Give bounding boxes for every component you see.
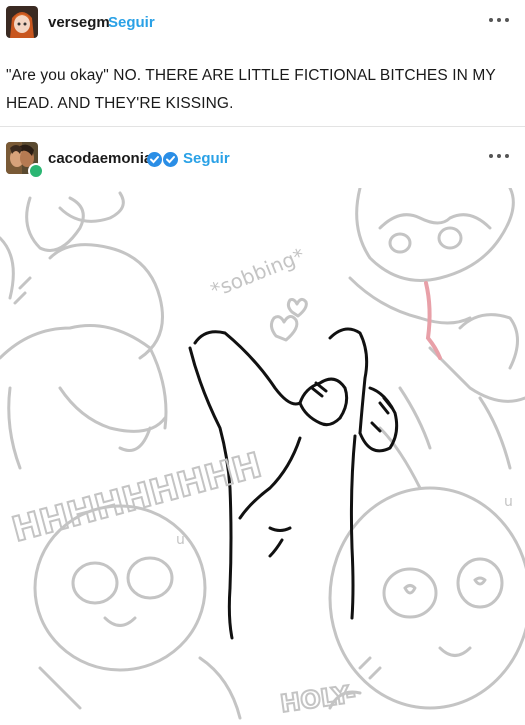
sobbing-text: *sobbing* <box>207 243 308 302</box>
username[interactable]: cacodaemonia <box>48 150 152 167</box>
follow-button[interactable]: Seguir <box>183 150 230 167</box>
post-header-cacodaemonia: cacodaemonia Seguir <box>0 142 525 182</box>
username[interactable]: versegm <box>48 14 110 31</box>
post-text: "Are you okay" NO. THERE ARE LITTLE FICT… <box>6 62 511 118</box>
sketch-image[interactable]: *sobbing* HHHHHHHHH HOLY- u u <box>0 188 525 725</box>
holy-text: HOLY- <box>279 680 358 718</box>
follow-button[interactable]: Seguir <box>108 14 155 31</box>
avatar-versegm[interactable] <box>6 6 38 38</box>
ellipsis-icon[interactable] <box>487 148 511 162</box>
post-text-line: "Are you okay" NO. THERE ARE LITTLE FICT… <box>6 67 496 84</box>
verified-badge-icon <box>147 152 162 167</box>
post-text-line: HEAD. AND THEY'RE KISSING. <box>6 95 234 112</box>
verified-badge-icon <box>163 152 178 167</box>
scream-text: HHHHHHHHH <box>8 445 266 550</box>
u-text: u <box>504 494 513 510</box>
u-text: u <box>176 532 185 548</box>
ellipsis-icon[interactable] <box>487 12 511 26</box>
post-header-versegm: versegm Seguir <box>0 6 525 46</box>
reblog-icon <box>28 163 44 179</box>
divider <box>0 126 525 127</box>
